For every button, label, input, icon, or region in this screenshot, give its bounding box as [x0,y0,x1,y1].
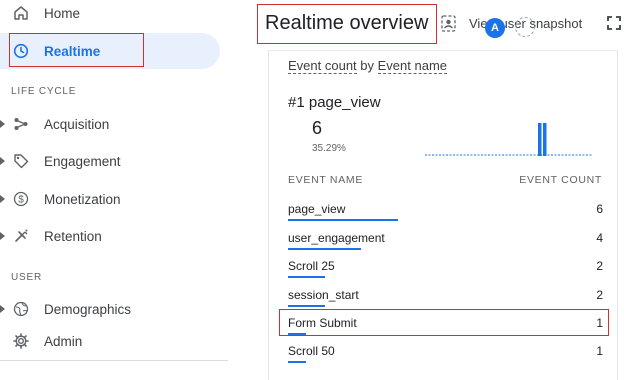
card-heading: Event count by Event name [288,58,448,74]
event-count: 6 [596,202,603,216]
sidebar-item-admin-label: Admin [44,333,83,349]
event-count: 1 [596,344,603,358]
event-share-bar [288,248,361,250]
event-share-bar [288,305,325,307]
sidebar-item-retention-label: Retention [44,228,102,244]
event-share-bar [288,276,325,278]
table-row[interactable]: Scroll 50 1 [288,344,603,372]
tag-icon [12,152,30,170]
table-row[interactable]: page_view 6 [288,202,603,230]
event-name: Scroll 50 [288,344,335,358]
realtime-highlight-box [9,33,144,67]
event-count: 4 [596,231,603,245]
sidebar-item-monetization[interactable]: $ Monetization [0,183,220,215]
top-event-value: 6 [312,118,323,138]
event-share-bar [288,219,398,221]
table-row[interactable]: Scroll 25 2 [288,259,603,287]
sidebar-item-retention[interactable]: Retention [0,220,220,252]
expand-caret-icon [0,157,5,165]
sidebar-divider [0,360,228,361]
sidebar-item-demographics-label: Demographics [44,301,132,317]
dimension-selector[interactable]: Event name [377,58,448,74]
acquisition-icon [12,115,30,133]
column-header-event-count[interactable]: EVENT COUNT [519,174,602,186]
event-name: user_engagement [288,231,385,245]
sidebar-item-acquisition[interactable]: Acquisition [0,108,220,140]
avatar[interactable]: A [485,18,505,38]
expand-caret-icon [0,305,5,313]
magnet-icon [12,227,30,245]
user-snapshot-icon[interactable] [441,15,456,32]
globe-icon [12,300,30,318]
top-event-sparkline [425,123,593,156]
svg-text:$: $ [18,195,24,206]
expand-caret-icon [0,120,5,128]
title-highlight-box [257,4,437,44]
form-submit-highlight-box [279,309,609,336]
table-row[interactable]: user_engagement 4 [288,231,603,259]
sidebar-item-monetization-label: Monetization [44,191,121,207]
event-name: session_start [288,288,359,302]
column-header-event-name[interactable]: EVENT NAME [288,174,363,186]
sparkline-bar [538,123,542,156]
sidebar-item-engagement-label: Engagement [44,153,121,169]
event-name: Scroll 25 [288,259,335,273]
fullscreen-icon[interactable] [606,15,622,31]
card-divider [268,50,618,51]
expand-caret-icon [0,232,5,240]
sidebar-item-engagement[interactable]: Engagement [0,145,220,177]
sidebar-item-admin[interactable]: Admin [0,325,220,357]
top-event-rank: #1 page_view [288,94,381,111]
dollar-icon: $ [12,190,30,208]
event-name: page_view [288,202,346,216]
sidebar: Home Realtime LIFE CYCLE Acquisition Eng… [0,0,232,370]
sparkline-bar [543,123,547,156]
by-label: by [360,58,375,73]
section-title-lifecycle: LIFE CYCLE [11,86,77,97]
event-count: 2 [596,259,603,273]
sidebar-item-home[interactable]: Home [0,0,220,29]
top-event-percent: 35.29% [312,143,346,154]
sidebar-item-home-label: Home [44,5,81,21]
expand-caret-icon [0,195,5,203]
gear-icon [12,332,30,350]
section-title-user: USER [11,272,42,283]
event-share-bar [288,361,306,363]
sidebar-item-acquisition-label: Acquisition [44,116,110,132]
event-count: 2 [596,288,603,302]
home-icon [12,4,30,22]
sidebar-item-demographics[interactable]: Demographics [0,293,220,325]
metric-selector[interactable]: Event count [288,58,357,74]
info-icon[interactable] [515,17,535,37]
